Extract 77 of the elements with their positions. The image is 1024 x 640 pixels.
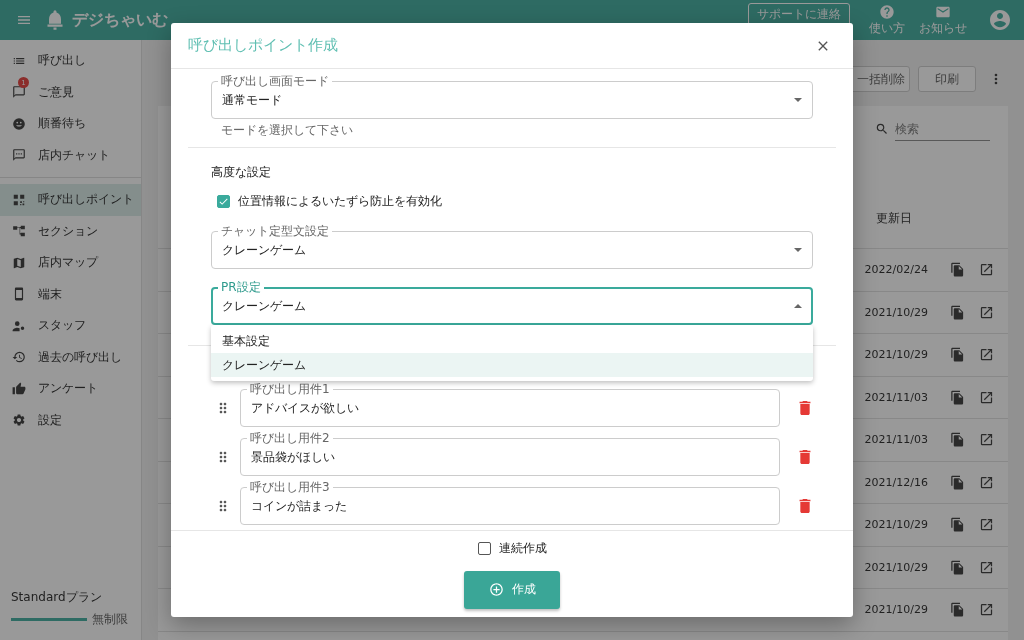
logo-text: デジちゃいむ [72, 9, 168, 31]
sidebar-item[interactable]: 端末 [0, 278, 141, 310]
table-cell: 2021/10/29 [864, 603, 928, 617]
open-in-new-icon[interactable] [979, 559, 994, 575]
checkbox[interactable] [477, 541, 491, 555]
sidebar-item[interactable]: アンケート [0, 373, 141, 405]
sidebar-item[interactable]: 設定 [0, 404, 141, 436]
create-button[interactable]: 作成 [464, 570, 560, 609]
help-icon [879, 3, 895, 20]
checkbox[interactable] [217, 195, 230, 208]
open-in-new-icon[interactable] [979, 262, 994, 278]
search-field[interactable]: 検索 [895, 117, 990, 141]
copy-icon[interactable] [950, 389, 965, 405]
face-icon [12, 116, 26, 131]
phone-icon [12, 287, 26, 302]
caret-icon [794, 97, 802, 103]
field-hint: モードを選択して下さい [220, 122, 354, 139]
copy-icon[interactable] [950, 262, 965, 278]
history-icon [12, 350, 26, 365]
grid-icon [12, 192, 26, 207]
search-icon [875, 122, 889, 136]
plan-limit: 無制限 [92, 611, 128, 628]
table-cell: 2021/10/29 [864, 518, 928, 532]
sidebar-item[interactable]: 店内チャット [0, 139, 141, 171]
table-cell: 2021/12/16 [864, 475, 928, 489]
menu-option[interactable]: クレーンゲーム [211, 353, 813, 377]
menu-option[interactable]: 基本設定 [211, 329, 813, 353]
copy-icon[interactable] [950, 432, 965, 448]
copy-icon[interactable] [950, 559, 965, 575]
open-in-new-icon[interactable] [979, 389, 994, 405]
plan-name: Standardプラン [11, 589, 103, 606]
copy-icon[interactable] [950, 517, 965, 533]
table-cell: 2021/10/29 [864, 348, 928, 362]
delete-icon[interactable] [799, 450, 811, 464]
section-heading: 高度な設定 [211, 164, 272, 181]
sidebar-item[interactable]: 呼び出し [0, 45, 141, 77]
bell-icon [46, 9, 64, 31]
drag-handle-icon[interactable] [219, 500, 227, 512]
open-in-new-icon[interactable] [979, 304, 994, 320]
person-gear-icon [12, 318, 26, 333]
copy-icon[interactable] [950, 602, 965, 618]
table-cell: 2021/10/29 [864, 305, 928, 319]
checkbox-label: 位置情報によるいたずら防止を有効化 [238, 193, 442, 210]
open-in-new-icon[interactable] [979, 432, 994, 448]
sidebar-item[interactable]: 店内マップ [0, 247, 141, 279]
drag-handle-icon[interactable] [219, 402, 227, 414]
sidebar-item[interactable]: 過去の呼び出し [0, 341, 141, 373]
delete-icon[interactable] [799, 401, 811, 415]
table-cell: 2021/11/03 [864, 433, 928, 447]
column-header: 更新日 [876, 209, 912, 227]
checkbox-label: 連続作成 [498, 539, 547, 557]
sidebar-item[interactable]: セクション [0, 215, 141, 247]
thumbs-up-icon [12, 381, 26, 396]
copy-icon[interactable] [950, 474, 965, 490]
delete-icon[interactable] [799, 499, 811, 513]
open-in-new-icon[interactable] [979, 517, 994, 533]
chat-icon [12, 85, 26, 100]
table-cell: 2021/10/29 [864, 560, 928, 574]
diagram-icon [12, 224, 26, 239]
caret-icon [794, 247, 802, 253]
toolbar-button[interactable]: 印刷 [918, 66, 976, 92]
drag-handle-icon[interactable] [219, 451, 227, 463]
dialog-title: 呼び出しポイント作成 [188, 36, 339, 55]
sidebar-item[interactable]: 順番待ち [0, 108, 141, 140]
map-icon [12, 255, 26, 270]
copy-icon[interactable] [950, 347, 965, 363]
copy-icon[interactable] [950, 304, 965, 320]
settings-icon [12, 413, 26, 428]
open-in-new-icon[interactable] [979, 347, 994, 363]
caret-icon [794, 303, 802, 309]
table-cell: 2021/11/03 [864, 390, 928, 404]
chat-icon [12, 148, 26, 163]
sidebar-item[interactable]: スタッフ [0, 310, 141, 342]
open-in-new-icon[interactable] [979, 602, 994, 618]
table-cell: 2022/02/24 [864, 263, 928, 277]
sidebar-item[interactable]: 呼び出しポイント [0, 184, 141, 216]
open-in-new-icon[interactable] [979, 474, 994, 490]
